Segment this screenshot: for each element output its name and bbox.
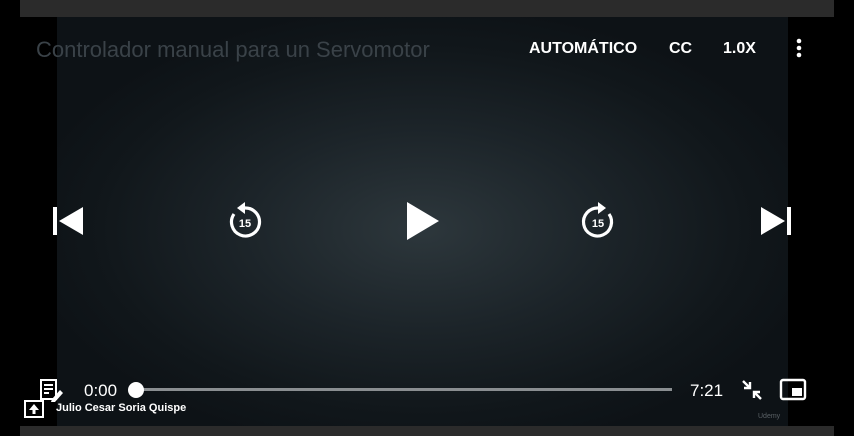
top-frame-bar: [20, 0, 834, 17]
instructor-name: Julio Cesar Soria Quispe: [56, 402, 187, 414]
rewind-15-icon[interactable]: 15: [223, 200, 267, 242]
exit-fullscreen-icon[interactable]: [740, 378, 764, 402]
player-overlay: Controlador manual para un Servomotor AU…: [0, 17, 854, 426]
speed-button[interactable]: 1.0X: [723, 40, 756, 58]
forward-15-icon[interactable]: 15: [576, 200, 620, 242]
forward-seconds-label: 15: [592, 218, 604, 230]
picture-in-picture-icon[interactable]: [779, 378, 807, 402]
video-title: Controlador manual para un Servomotor: [36, 37, 430, 62]
duration-time: 7:21: [690, 381, 724, 400]
more-options-icon[interactable]: [790, 37, 808, 59]
udemy-watermark: Udemy: [758, 413, 781, 420]
quality-button[interactable]: AUTOMÁTICO: [529, 40, 637, 58]
rewind-seconds-label: 15: [239, 218, 251, 230]
next-lecture-icon[interactable]: [758, 204, 794, 238]
current-time: 0:00: [84, 381, 118, 400]
previous-lecture-icon[interactable]: [50, 204, 86, 238]
upload-icon[interactable]: [24, 400, 44, 418]
progress-handle[interactable]: [128, 382, 144, 398]
progress-track[interactable]: [135, 388, 672, 391]
bottom-frame-bar: [20, 426, 834, 436]
play-icon[interactable]: [398, 199, 446, 243]
captions-button[interactable]: CC: [669, 40, 692, 58]
